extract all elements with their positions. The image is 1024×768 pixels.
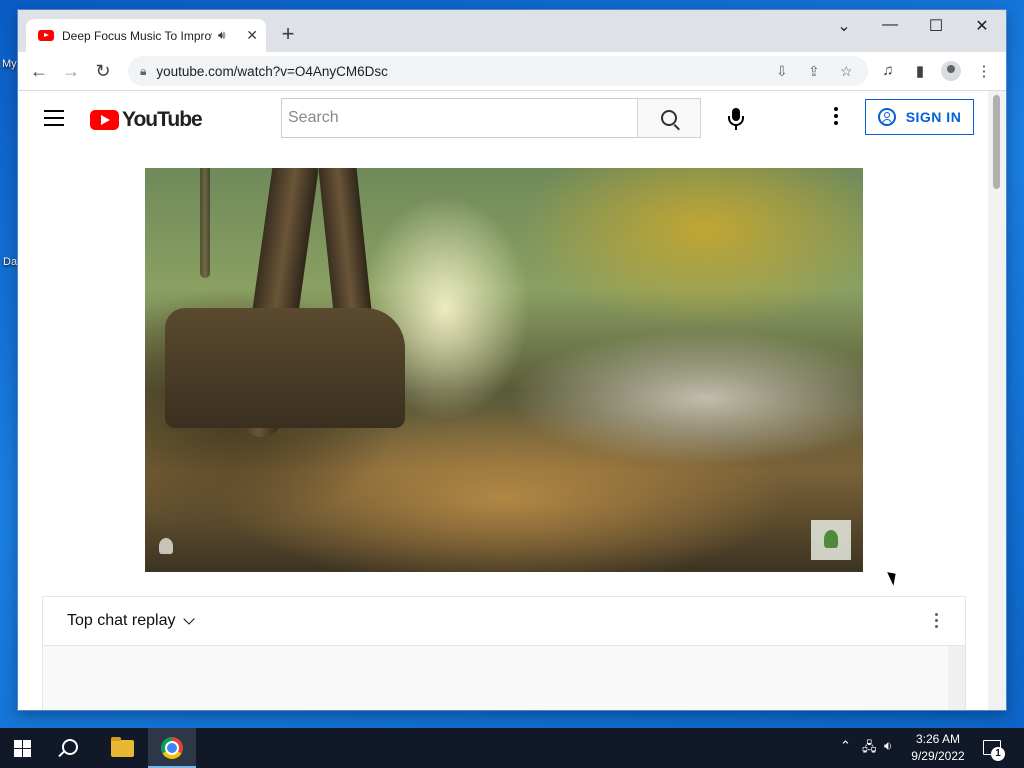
chat-header: Top chat replay [43,597,965,646]
address-bar[interactable]: 🔒︎ youtube.com/watch?v=O4AnyCM6Dsc [128,56,868,86]
sign-in-button[interactable]: SIGN IN [865,99,974,135]
volume-icon[interactable]: 🔉︎ [884,738,892,754]
chat-scrollbar[interactable] [948,646,965,710]
youtube-logo[interactable]: YouTube [90,108,203,132]
clock-date: 9/29/2022 [911,749,965,763]
browser-window: Deep Focus Music To Improve 🔊︎ ✕ + ⌄ — ☐… [18,10,1006,710]
speaker-icon[interactable]: 🔊︎ [218,28,226,43]
sign-in-label: SIGN IN [905,109,962,125]
video-player[interactable] [145,168,863,572]
chat-mode-dropdown[interactable]: Top chat replay [67,612,176,630]
youtube-favicon-icon [38,30,54,41]
channel-watermark-icon[interactable] [811,520,851,560]
share-icon[interactable]: ⇪ [808,63,820,80]
file-explorer-icon[interactable] [111,737,134,757]
bookmark-star-icon[interactable]: ☆ [840,63,853,80]
maximize-button[interactable]: ☐ [916,16,956,36]
page-scrollbar[interactable] [988,91,1006,710]
live-chat-panel: Top chat replay [42,596,966,710]
tab-search-button[interactable]: ⌄ [824,16,864,36]
side-panel-icon[interactable]: ▮ [910,62,930,80]
title-bar: Deep Focus Music To Improve 🔊︎ ✕ + ⌄ — ☐… [18,10,1006,52]
browser-menu-icon[interactable]: ⋮ [974,62,994,80]
chrome-taskbar-button[interactable] [148,728,196,768]
desktop-icon-label[interactable]: Da [3,256,17,268]
search-icon [661,110,677,126]
forward-button[interactable]: → [60,60,82,82]
browser-toolbar: ← → ↻ 🔒︎ youtube.com/watch?v=O4AnyCM6Dsc… [18,52,1006,91]
search-input[interactable]: Search [281,98,638,138]
close-window-button[interactable]: ✕ [962,16,1002,36]
install-app-icon[interactable]: ⇩ [776,63,788,80]
profile-avatar-icon[interactable] [941,61,961,81]
desktop-icon-label[interactable]: My [2,58,17,70]
back-button[interactable]: ← [28,60,50,82]
browser-tab[interactable]: Deep Focus Music To Improve 🔊︎ ✕ [26,19,266,52]
page-scrollbar-thumb[interactable] [993,95,1000,189]
system-clock[interactable]: 3:26 AM 9/29/2022 [905,731,971,765]
youtube-header: YouTube Search SIGN IN [18,91,988,147]
settings-menu-icon[interactable] [830,107,842,129]
hamburger-menu-icon[interactable] [44,110,64,126]
tab-title: Deep Focus Music To Improve [62,28,212,43]
clock-time: 3:26 AM [915,732,961,746]
chevron-down-icon[interactable] [182,612,195,625]
notification-count-badge: 1 [991,747,1005,761]
minimize-button[interactable]: — [870,16,910,34]
search-button[interactable] [637,98,701,138]
youtube-page: YouTube Search SIGN IN Top chat replay [18,91,1006,710]
chrome-icon [161,737,183,759]
account-circle-icon [877,108,896,126]
taskbar-search-icon[interactable] [62,739,78,755]
chat-more-options-icon[interactable] [935,613,939,631]
youtube-play-icon [90,110,119,130]
channel-logo-icon [159,538,173,554]
youtube-logo-text: YouTube [122,108,203,131]
lock-icon[interactable]: 🔒︎ [140,64,146,79]
url-text[interactable]: youtube.com/watch?v=O4AnyCM6Dsc [156,64,387,79]
chevron-up-icon[interactable]: ⌃ [840,738,851,754]
voice-search-button[interactable] [718,100,754,136]
media-control-icon[interactable]: ♫ [878,62,898,79]
new-tab-button[interactable]: + [276,23,300,47]
network-icon[interactable]: 🖧︎ [862,738,877,760]
chat-messages-area [43,646,948,710]
tab-close-icon[interactable]: ✕ [246,27,258,44]
windows-start-icon[interactable] [14,740,32,757]
taskbar: ⌃ 🖧︎ 🔉︎ 3:26 AM 9/29/2022 1 [0,728,1024,768]
reload-button[interactable]: ↻ [92,60,114,82]
